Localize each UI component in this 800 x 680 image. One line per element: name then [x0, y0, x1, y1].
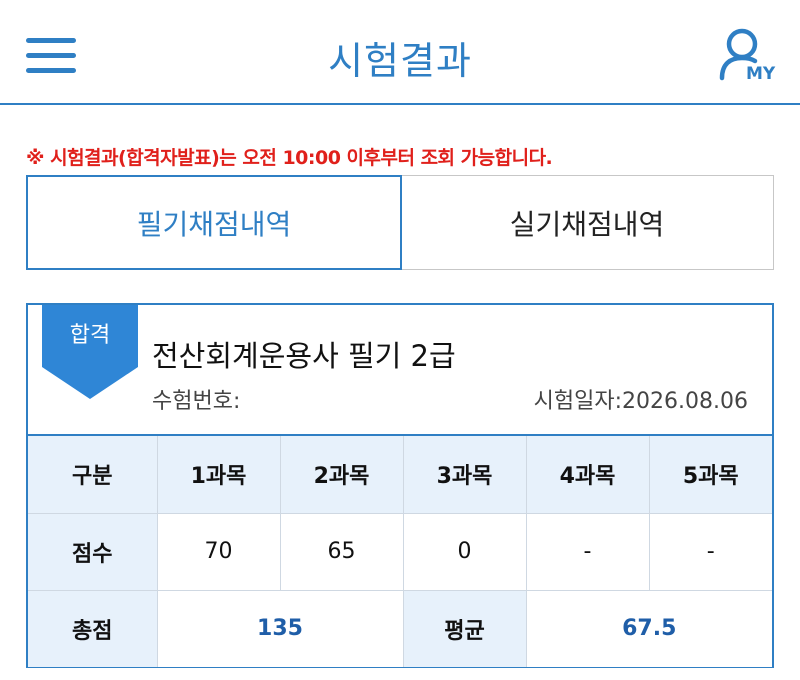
my-label: MY — [746, 64, 776, 84]
tab-practical-scores[interactable]: 실기채점내역 — [401, 176, 773, 269]
tab-written-scores[interactable]: 필기채점내역 — [26, 175, 402, 270]
score-subject-5: - — [648, 512, 772, 591]
result-card: 합격 전산회계운용사 필기 2급 수험번호: 시험일자:2026.08.06 구… — [26, 303, 774, 668]
header-cell-subject-4: 4과목 — [525, 436, 650, 514]
header-cell-subject-1: 1과목 — [156, 436, 281, 514]
header-cell-subject-2: 2과목 — [279, 436, 404, 514]
total-value: 135 — [156, 589, 404, 667]
table-row-scores: 점수 70 65 0 - - — [28, 512, 772, 591]
score-subject-3: 0 — [402, 512, 527, 591]
app-header: 시험결과 MY — [0, 0, 800, 105]
result-card-header: 합격 전산회계운용사 필기 2급 수험번호: 시험일자:2026.08.06 — [28, 305, 772, 436]
exam-date: 시험일자:2026.08.06 — [533, 389, 748, 414]
total-label: 총점 — [28, 589, 158, 667]
tab-bar: 필기채점내역 실기채점내역 — [26, 175, 774, 270]
header-cell-category: 구분 — [28, 436, 158, 514]
score-table: 구분 1과목 2과목 3과목 4과목 5과목 점수 70 65 0 - - 총점… — [28, 436, 772, 667]
exam-number: 수험번호: — [152, 389, 241, 414]
exam-name: 전산회계운용사 필기 2급 — [152, 339, 456, 373]
my-page-button[interactable]: MY — [716, 28, 780, 88]
header-cell-subject-3: 3과목 — [402, 436, 527, 514]
header-cell-subject-5: 5과목 — [648, 436, 772, 514]
scores-label: 점수 — [28, 512, 158, 591]
notice-text: ※ 시험결과(합격자발표)는 오전 10:00 이후부터 조회 가능합니다. — [26, 147, 553, 169]
page-title: 시험결과 — [328, 39, 472, 83]
score-subject-1: 70 — [156, 512, 281, 591]
score-subject-2: 65 — [279, 512, 404, 591]
average-value: 67.5 — [525, 589, 772, 667]
pass-badge-label: 합격 — [69, 323, 111, 348]
average-label: 평균 — [402, 589, 527, 667]
table-row-summary: 총점 135 평균 67.5 — [28, 589, 772, 667]
score-subject-4: - — [525, 512, 650, 591]
table-header-row: 구분 1과목 2과목 3과목 4과목 5과목 — [28, 436, 772, 514]
